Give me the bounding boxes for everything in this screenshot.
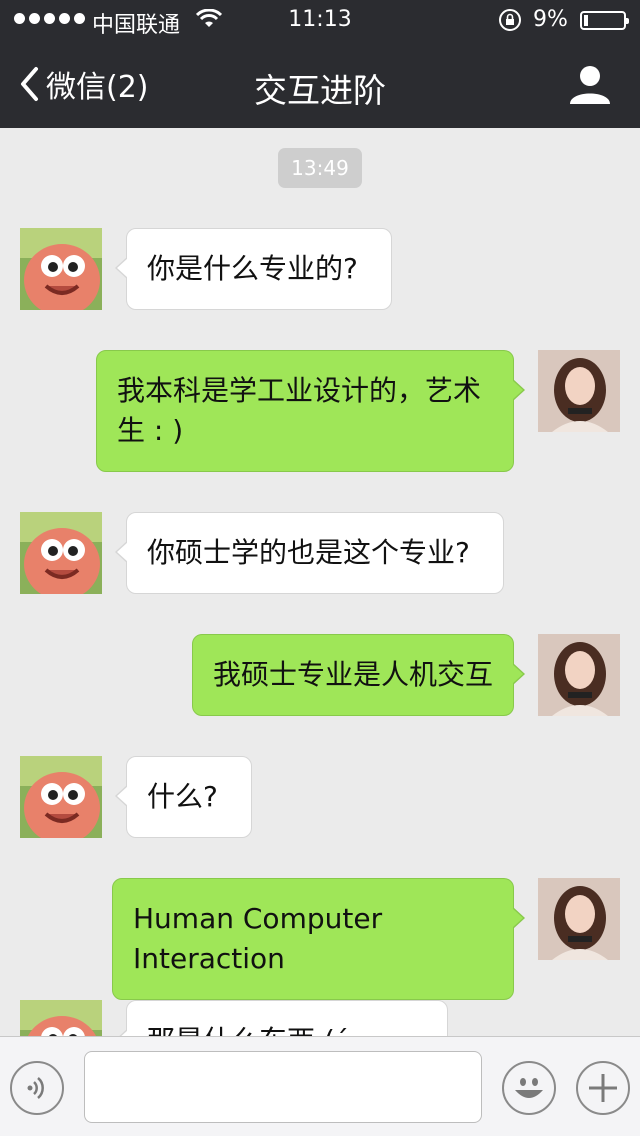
battery-percent: 9% [533,7,568,32]
navigation-bar: 微信(2) 交互进阶 [0,40,640,128]
incoming-message-bubble[interactable]: 那是什么东西 (´･_･`)? [115,1000,448,1036]
rotation-lock-icon [499,9,521,31]
contact-avatar[interactable] [20,228,102,310]
input-bar [0,1036,640,1136]
message-list[interactable]: 13:49 你是什么专业的? 我本科是学工业设计的，艺术生 : ) 你硕士学的也… [0,128,640,1036]
plus-icon [589,1074,617,1102]
voice-button[interactable] [10,1061,64,1115]
status-bar: 中国联通 11:13 9% [0,0,640,40]
person-icon[interactable] [568,64,612,104]
emoji-button[interactable] [502,1061,556,1115]
my-avatar[interactable] [538,634,620,716]
chat-title: 交互进阶 [254,71,386,110]
outgoing-message-bubble[interactable]: 我本科是学工业设计的，艺术生 : ) [96,350,525,472]
incoming-message-bubble[interactable]: 你硕士学的也是这个专业? [115,512,504,594]
message-timestamp: 13:49 [278,148,362,188]
emoji-icon [515,1078,543,1098]
message-input[interactable] [84,1051,482,1123]
contact-avatar[interactable] [20,1000,102,1036]
outgoing-message-bubble[interactable]: Human Computer Interaction [112,878,525,1000]
my-avatar[interactable] [538,350,620,432]
my-avatar[interactable] [538,878,620,960]
voice-icon [27,1077,44,1099]
contact-avatar[interactable] [20,512,102,594]
more-button[interactable] [576,1061,630,1115]
top-bar: 中国联通 11:13 9% 微信(2) 交互进阶 [0,0,640,128]
contact-avatar[interactable] [20,756,102,838]
outgoing-message-bubble[interactable]: 我硕士专业是人机交互 [192,634,525,716]
battery-icon [580,11,629,30]
incoming-message-bubble[interactable]: 什么? [115,756,252,838]
incoming-message-bubble[interactable]: 你是什么专业的? [115,228,392,310]
